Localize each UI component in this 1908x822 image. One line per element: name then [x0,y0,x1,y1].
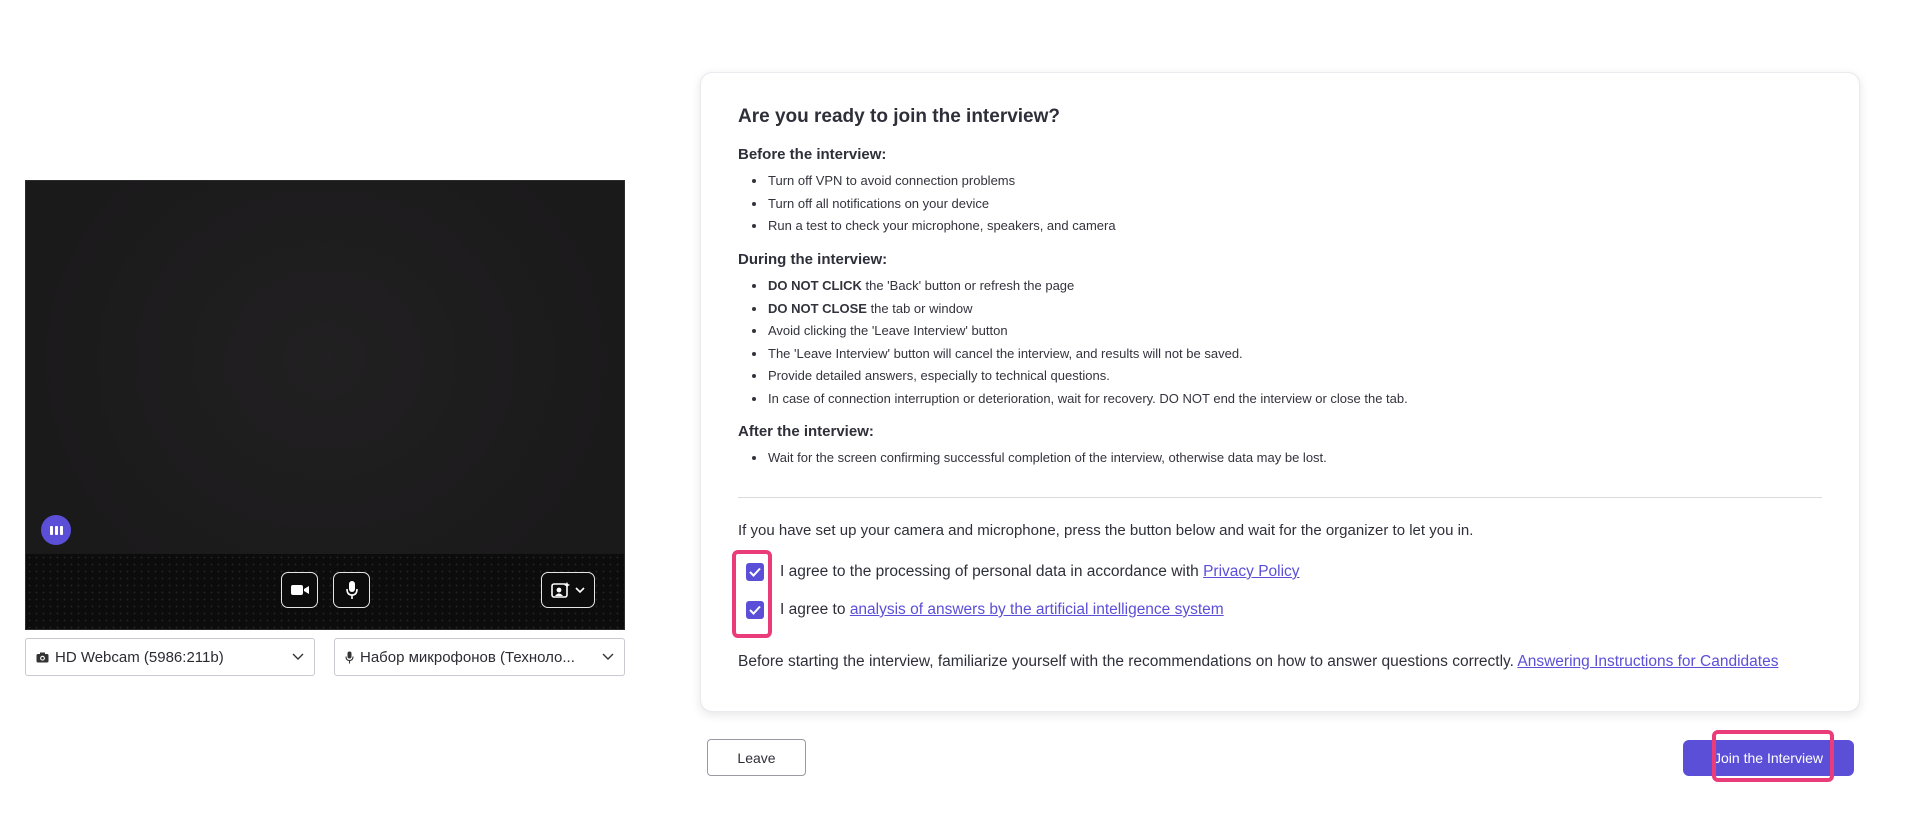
chevron-down-icon [602,653,614,660]
list-item: Turn off VPN to avoid connection problem… [738,170,1116,193]
leave-button[interactable]: Leave [707,739,806,776]
background-effects-button[interactable] [541,572,595,608]
consent-personal-data-text: I agree to the processing of personal da… [780,563,1199,580]
consent-ai-analysis-text: I agree to [780,601,846,618]
consent-ai-analysis: I agree to analysis of answers by the ar… [738,601,1224,619]
before-title: Before the interview: [738,146,887,163]
list-item: Provide detailed answers, especially to … [738,365,1408,388]
background-effects-icon [551,582,570,598]
video-camera-icon [290,585,309,595]
microphone-icon [345,651,354,663]
list-item: The 'Leave Interview' button will cancel… [738,343,1408,366]
camera-select-value: HD Webcam (5986:211b) [55,648,224,666]
after-title: After the interview: [738,423,874,440]
instructions-note: Before starting the interview, familiari… [738,653,1778,671]
list-item: Avoid clicking the 'Leave Interview' but… [738,320,1408,343]
camera-icon [36,652,49,662]
ai-analysis-link[interactable]: analysis of answers by the artificial in… [850,601,1224,619]
microphone-toggle-button[interactable] [333,572,370,608]
join-prompt: If you have set up your camera and micro… [738,522,1474,539]
before-section: Before the interview: Turn off VPN to av… [738,146,1116,238]
list-item: In case of connection interruption or de… [738,388,1408,411]
microphone-select[interactable]: Набор микрофонов (Техноло... [334,638,625,676]
consent-ai-analysis-checkbox[interactable] [746,601,764,619]
video-preview [25,180,625,630]
consent-personal-data: I agree to the processing of personal da… [738,563,1300,581]
checkmark-icon [749,605,761,615]
chevron-down-icon [292,653,304,660]
list-item: Run a test to check your microphone, spe… [738,215,1116,238]
list-item: Turn off all notifications on your devic… [738,193,1116,216]
camera-select[interactable]: HD Webcam (5986:211b) [25,638,315,676]
answering-instructions-link[interactable]: Answering Instructions for Candidates [1517,653,1778,670]
consent-personal-data-checkbox[interactable] [746,563,764,581]
chevron-down-icon [575,586,585,593]
join-interview-card: Are you ready to join the interview? Bef… [700,72,1860,712]
card-title: Are you ready to join the interview? [738,106,1061,127]
microphone-icon [345,581,358,599]
audio-level-icon[interactable] [41,515,71,545]
list-item: DO NOT CLICK the 'Back' button or refres… [738,275,1408,298]
during-title: During the interview: [738,251,888,268]
list-item: Wait for the screen confirming successfu… [738,447,1327,470]
after-section: After the interview: Wait for the screen… [738,423,1327,470]
join-interview-button[interactable]: Join the Interview [1683,740,1854,776]
during-section: During the interview: DO NOT CLICK the '… [738,251,1408,410]
media-controls-bar [26,554,624,629]
divider [738,497,1822,498]
list-item: DO NOT CLOSE the tab or window [738,298,1408,321]
instructions-note-text: Before starting the interview, familiari… [738,653,1518,670]
microphone-select-value: Набор микрофонов (Техноло... [360,648,575,666]
checkmark-icon [749,567,761,577]
camera-toggle-button[interactable] [281,572,318,608]
privacy-policy-link[interactable]: Privacy Policy [1203,563,1299,581]
